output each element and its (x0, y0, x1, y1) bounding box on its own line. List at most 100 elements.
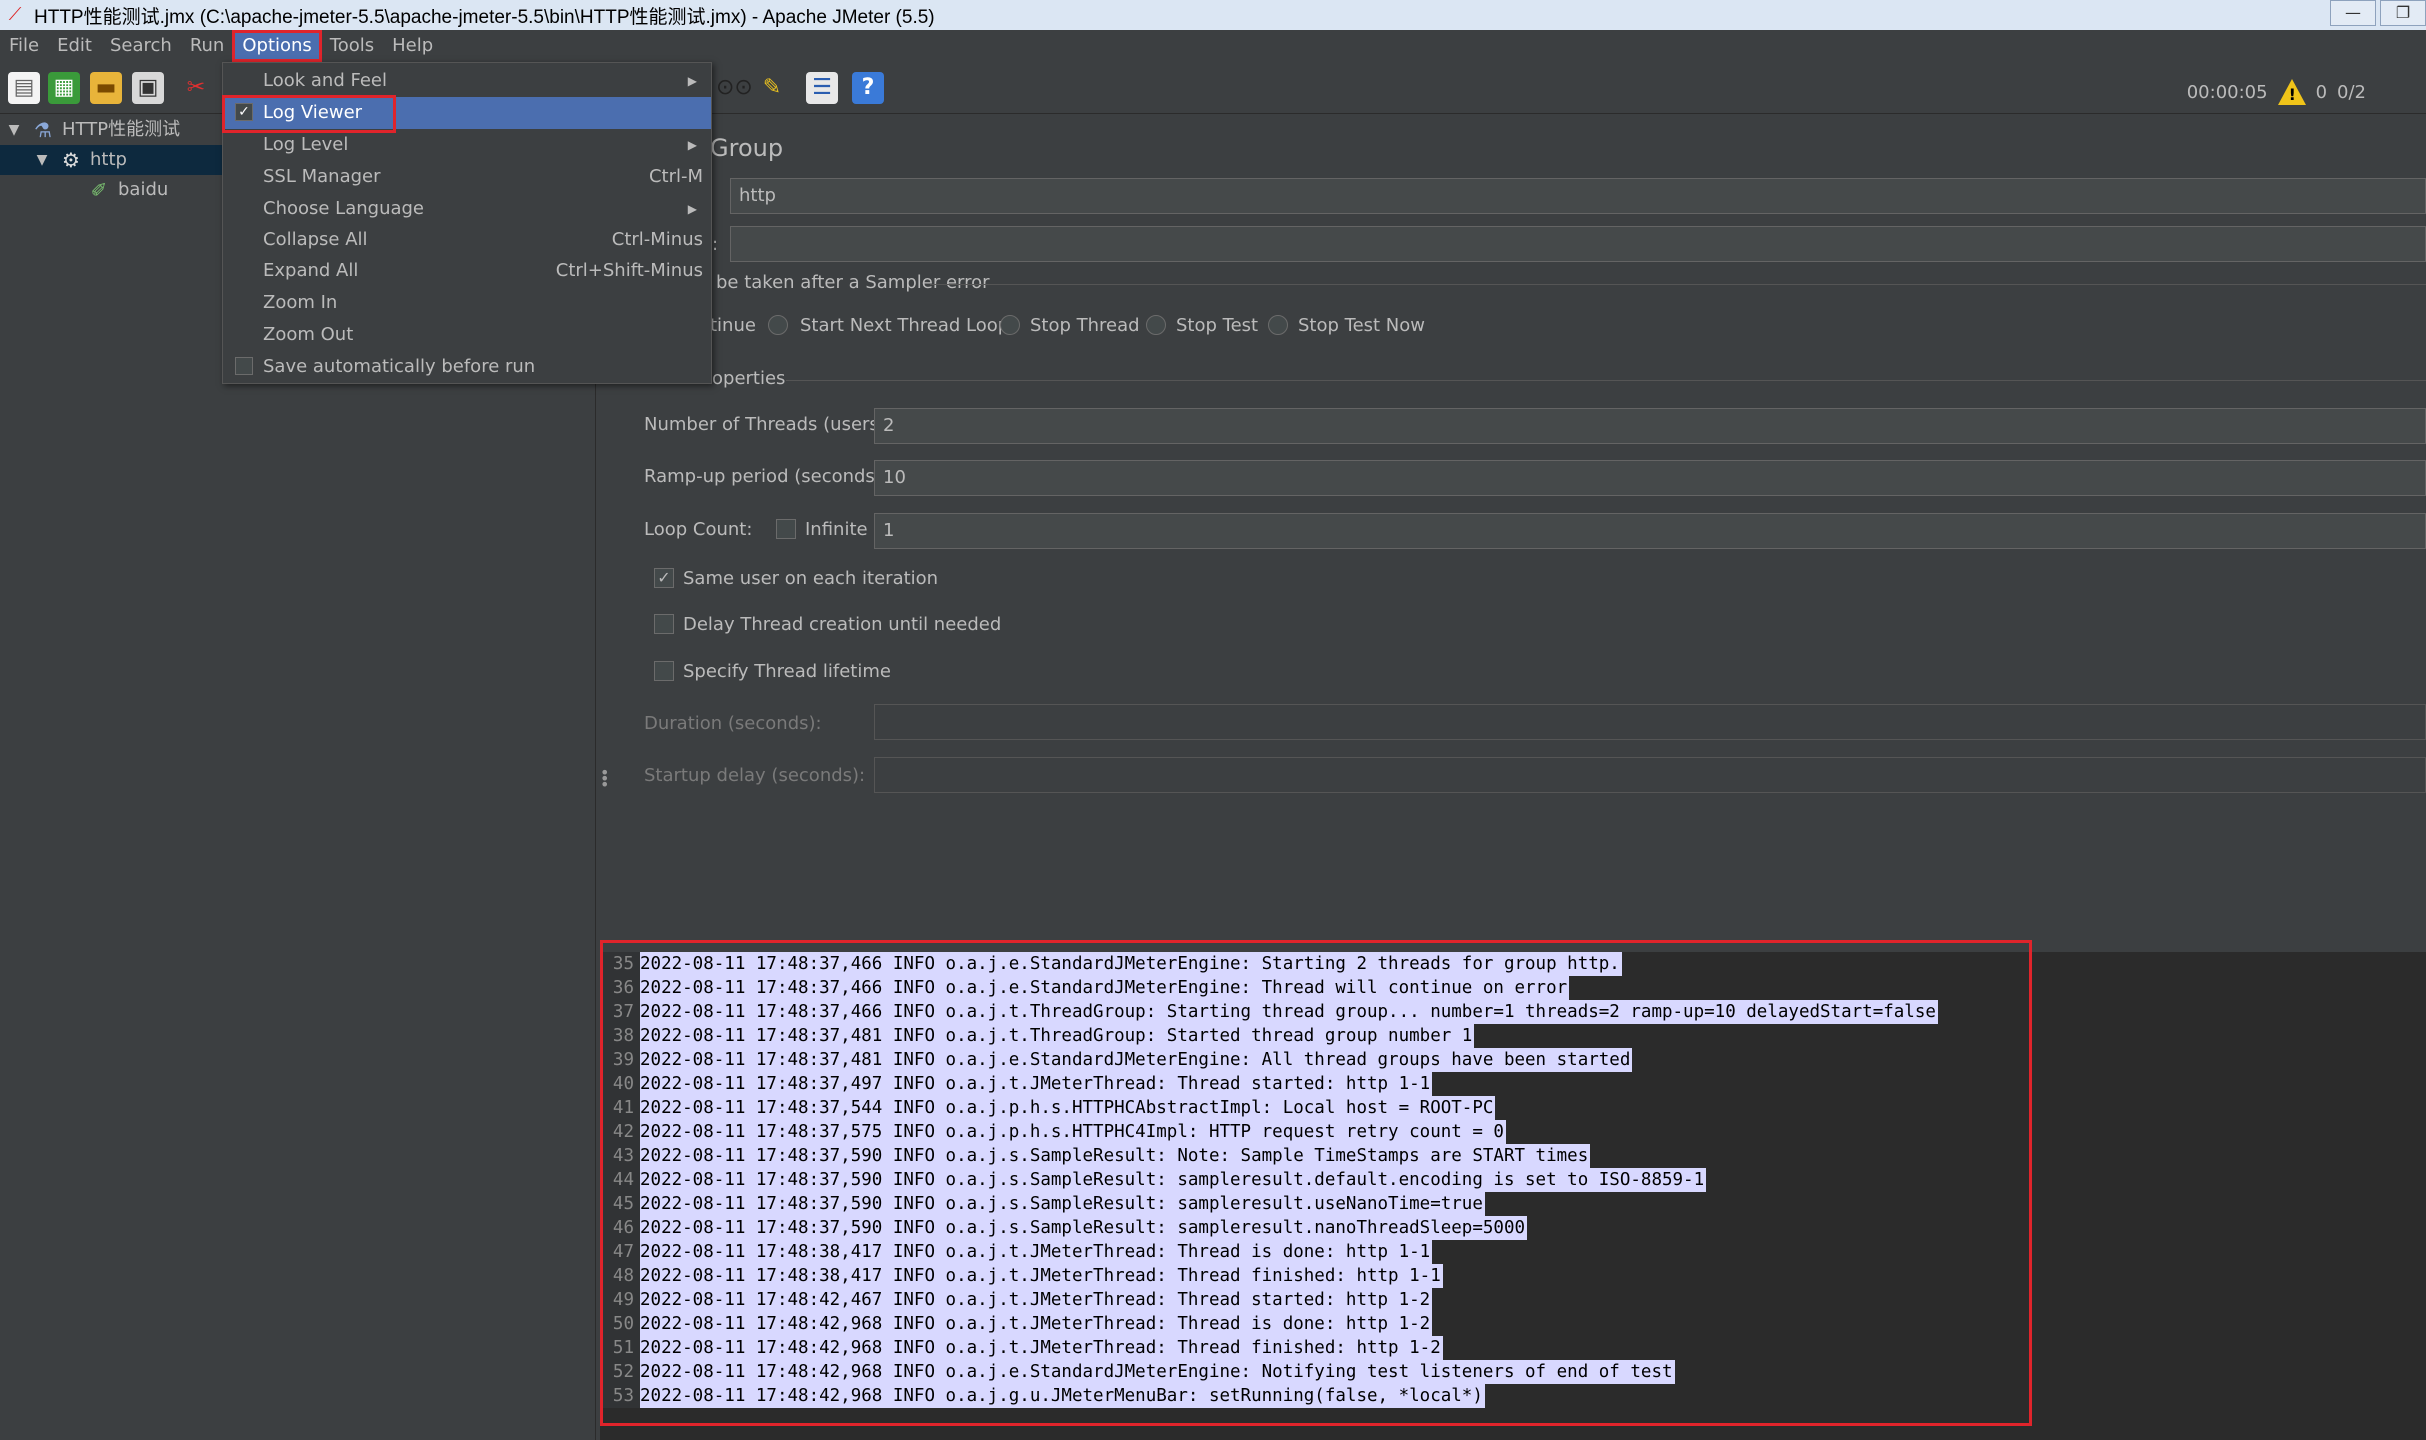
window-title: HTTP性能测试.jmx (C:\apache-jmeter-5.5\apach… (34, 6, 935, 28)
restore-button[interactable]: ❐ (2380, 0, 2426, 26)
log-line-number: 52 (600, 1360, 640, 1384)
splitter-handle-icon[interactable]: • • • (600, 765, 609, 793)
pipette-icon: ✐ (90, 178, 108, 202)
name-field[interactable]: http (730, 178, 2426, 214)
menu-item-look-and-feel[interactable]: Look and Feel ▶ (223, 65, 711, 97)
options-menu: Look and Feel ▶ ✓ Log Viewer Log Level ▶… (222, 62, 712, 384)
menu-tools[interactable]: Tools (321, 31, 383, 61)
log-line: 47 2022-08-11 17:48:38,417 INFO o.a.j.t.J… (600, 1240, 2426, 1264)
radio-stop-test[interactable] (1146, 315, 1166, 335)
gear-icon: ⚙ (62, 148, 80, 172)
menu-item-zoom-in[interactable]: Zoom In (223, 287, 711, 319)
thread-lifetime-label: Specify Thread lifetime (683, 661, 891, 682)
log-line-text: 2022-08-11 17:48:42,968 INFO o.a.j.t.JMe… (640, 1312, 1433, 1336)
same-user-label: Same user on each iteration (683, 568, 939, 589)
menu-item-choose-language[interactable]: Choose Language ▶ (223, 193, 711, 225)
menu-item-ssl-manager[interactable]: SSL Manager Ctrl-M (223, 161, 711, 193)
chevron-down-icon[interactable]: ▼ (32, 145, 52, 175)
menu-run[interactable]: Run (181, 31, 234, 61)
log-line-text: 2022-08-11 17:48:37,544 INFO o.a.j.p.h.s… (640, 1096, 1496, 1120)
menu-help[interactable]: Help (383, 31, 442, 61)
log-line: 39 2022-08-11 17:48:37,481 INFO o.a.j.e.S… (600, 1048, 2426, 1072)
menu-item-save-automatically[interactable]: Save automatically before run (223, 351, 711, 383)
sampler-error-label: be taken after a Sampler error (716, 272, 990, 293)
log-line-number: 45 (600, 1192, 640, 1216)
chevron-down-icon[interactable]: ▼ (4, 115, 24, 145)
loop-count-input[interactable]: 1 (874, 513, 2426, 549)
log-line-text: 2022-08-11 17:48:37,590 INFO o.a.j.s.Sam… (640, 1144, 1591, 1168)
thread-lifetime-checkbox[interactable] (654, 661, 674, 681)
infinite-checkbox[interactable] (776, 519, 796, 539)
log-line: 44 2022-08-11 17:48:37,590 INFO o.a.j.s.S… (600, 1168, 2426, 1192)
comments-field[interactable] (730, 226, 2426, 262)
clear-all-icon[interactable]: ✎ (756, 72, 788, 104)
menu-edit[interactable]: Edit (48, 31, 101, 61)
menu-item-expand-all[interactable]: Expand All Ctrl+Shift-Minus (223, 255, 711, 287)
menu-search[interactable]: Search (101, 31, 181, 61)
new-file-icon[interactable]: ▤ (8, 72, 40, 104)
log-line: 41 2022-08-11 17:48:37,544 INFO o.a.j.p.h… (600, 1096, 2426, 1120)
radio-stop-thread[interactable] (1000, 315, 1020, 335)
log-line-text: 2022-08-11 17:48:42,968 INFO o.a.j.t.JMe… (640, 1336, 1443, 1360)
log-line-number: 41 (600, 1096, 640, 1120)
minimize-button[interactable]: — (2330, 0, 2376, 26)
menu-item-log-level[interactable]: Log Level ▶ (223, 129, 711, 161)
menu-item-log-viewer[interactable]: ✓ Log Viewer (223, 97, 711, 129)
save-icon[interactable]: ▣ (132, 72, 164, 104)
menu-file[interactable]: File (0, 31, 48, 61)
delay-creation-label: Delay Thread creation until needed (683, 614, 1002, 635)
elapsed-timer: 00:00:05 (2186, 81, 2268, 103)
log-line: 42 2022-08-11 17:48:37,575 INFO o.a.j.p.h… (600, 1120, 2426, 1144)
startup-delay-input (874, 757, 2426, 793)
log-line: 45 2022-08-11 17:48:37,590 INFO o.a.j.s.S… (600, 1192, 2426, 1216)
log-line-text: 2022-08-11 17:48:38,417 INFO o.a.j.t.JMe… (640, 1240, 1433, 1264)
log-line: 52 2022-08-11 17:48:42,968 INFO o.a.j.e.S… (600, 1360, 2426, 1384)
divider (786, 380, 2426, 381)
menu-item-collapse-all[interactable]: Collapse All Ctrl-Minus (223, 224, 711, 256)
checkbox-unchecked-icon (235, 357, 253, 375)
properties-label: operties (712, 368, 786, 389)
warning-count: 0 (2315, 81, 2328, 103)
continue-label: tinue (710, 315, 756, 336)
log-line: 53 2022-08-11 17:48:42,968 INFO o.a.j.g.u… (600, 1384, 2426, 1408)
delay-creation-checkbox[interactable] (654, 614, 674, 634)
stop-test-label: Stop Test (1176, 315, 1259, 336)
radio-next-loop[interactable] (768, 315, 788, 335)
log-line: 50 2022-08-11 17:48:42,968 INFO o.a.j.t.J… (600, 1312, 2426, 1336)
log-line-number: 53 (600, 1384, 640, 1408)
help-icon[interactable]: ? (852, 72, 884, 104)
next-loop-label: Start Next Thread Loop (800, 315, 1010, 336)
cut-icon[interactable]: ✂ (180, 72, 212, 104)
same-user-checkbox[interactable]: ✓ (654, 568, 674, 588)
log-line-text: 2022-08-11 17:48:42,968 INFO o.a.j.e.Sta… (640, 1360, 1675, 1384)
log-panel-header (600, 940, 2426, 952)
log-line-number: 49 (600, 1288, 640, 1312)
log-lines: 35 2022-08-11 17:48:37,466 INFO o.a.j.e.S… (600, 952, 2426, 1408)
open-folder-icon[interactable]: ▬ (90, 72, 122, 104)
log-line-number: 38 (600, 1024, 640, 1048)
infinite-label: Infinite (805, 519, 868, 540)
menu-options[interactable]: Options (232, 30, 322, 62)
warning-icon[interactable]: ! (2277, 79, 2306, 105)
stop-thread-label: Stop Thread (1030, 315, 1140, 336)
log-line-number: 39 (600, 1048, 640, 1072)
log-line-number: 40 (600, 1072, 640, 1096)
function-helper-icon[interactable]: ☰ (806, 72, 838, 104)
templates-icon[interactable]: ▦ (48, 72, 80, 104)
log-line: 43 2022-08-11 17:48:37,590 INFO o.a.j.s.S… (600, 1144, 2426, 1168)
binoculars-icon[interactable]: ⊙⊙ (716, 72, 753, 104)
radio-stop-now[interactable] (1268, 315, 1288, 335)
status-area: 00:00:05 ! 0 0/2 (2187, 79, 2366, 105)
threads-input[interactable]: 2 (874, 408, 2426, 444)
log-line-text: 2022-08-11 17:48:37,590 INFO o.a.j.s.Sam… (640, 1216, 1528, 1240)
tree-label: baidu (118, 179, 169, 200)
menu-item-zoom-out[interactable]: Zoom Out (223, 319, 711, 351)
duration-input (874, 704, 2426, 740)
tree-label: http (90, 149, 127, 170)
log-line-text: 2022-08-11 17:48:37,481 INFO o.a.j.e.Sta… (640, 1048, 1633, 1072)
log-line-number: 35 (600, 952, 640, 976)
rampup-input[interactable]: 10 (874, 460, 2426, 496)
submenu-arrow-icon: ▶ (687, 202, 697, 216)
log-line-number: 42 (600, 1120, 640, 1144)
log-line-text: 2022-08-11 17:48:37,497 INFO o.a.j.t.JMe… (640, 1072, 1433, 1096)
